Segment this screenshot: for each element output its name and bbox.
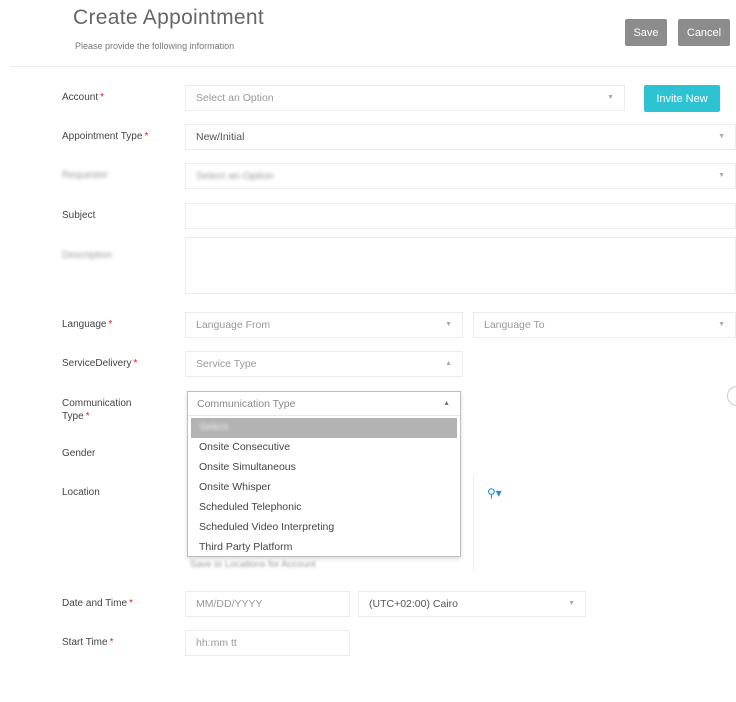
invite-new-button[interactable]: Invite New [644,85,720,112]
start-time-input[interactable]: hh:mm tt [185,630,350,656]
start-time-label: Start Time * [62,637,114,648]
requester-select[interactable]: Select an Option ▼ [185,163,736,189]
description-textarea[interactable] [185,237,736,294]
header-divider [10,66,736,67]
description-label: Description [62,250,113,261]
chevron-down-icon: ▼ [445,321,452,328]
option-third-party-platform[interactable]: Third Party Platform [191,538,457,558]
timezone-select[interactable]: (UTC+02:00) Cairo ▼ [358,591,586,617]
location-divider [473,476,474,571]
page-title: Create Appointment [73,6,265,29]
gender-label: Gender [62,448,96,459]
date-input[interactable]: MM/DD/YYYY [185,591,350,617]
communication-type-label: Communication Type * [62,398,132,422]
language-from-select[interactable]: Language From ▼ [185,312,463,338]
chevron-up-icon: ▲ [445,360,452,367]
option-select[interactable]: Select [191,418,457,438]
page-subtitle: Please provide the following information [75,41,235,51]
account-select[interactable]: Select an Option ▼ [185,85,625,111]
save-button[interactable]: Save [625,19,667,46]
option-onsite-simultaneous[interactable]: Onsite Simultaneous [191,458,457,478]
chevron-up-icon: ▲ [443,400,450,407]
service-delivery-label: ServiceDelivery * [62,358,138,369]
appointment-type-select[interactable]: New/Initial ▼ [185,124,736,150]
save-location-checkbox-label[interactable]: Save to Locations for Account [190,559,316,570]
communication-type-select[interactable]: Communication Type ▲ [188,392,460,416]
option-onsite-whisper[interactable]: Onsite Whisper [191,478,457,498]
account-label: Account * [62,92,105,103]
option-scheduled-telephonic[interactable]: Scheduled Telephonic [191,498,457,518]
map-marker-icon[interactable]: ⚲▾ [487,486,502,500]
communication-type-options: Select Onsite Consecutive Onsite Simulta… [191,418,457,558]
chevron-down-icon: ▼ [568,600,575,607]
location-label: Location [62,487,100,498]
chevron-down-icon: ▼ [718,133,725,140]
date-time-label: Date and Time * [62,598,133,609]
option-onsite-consecutive[interactable]: Onsite Consecutive [191,438,457,458]
requester-label: Requester [62,170,109,181]
subject-label: Subject [62,210,96,221]
option-scheduled-video[interactable]: Scheduled Video Interpreting [191,518,457,538]
chevron-down-icon: ▼ [718,172,725,179]
language-label: Language * [62,319,113,330]
help-circle-icon[interactable] [727,386,736,406]
appointment-type-label: Appointment Type * [62,131,149,142]
subject-input[interactable] [185,203,736,229]
language-to-select[interactable]: Language To ▼ [473,312,736,338]
communication-type-dropdown[interactable]: Communication Type ▲ Select Onsite Conse… [187,391,461,557]
chevron-down-icon: ▼ [718,321,725,328]
cancel-button[interactable]: Cancel [678,19,730,46]
service-type-select[interactable]: Service Type ▲ [185,351,463,377]
chevron-down-icon: ▼ [607,94,614,101]
